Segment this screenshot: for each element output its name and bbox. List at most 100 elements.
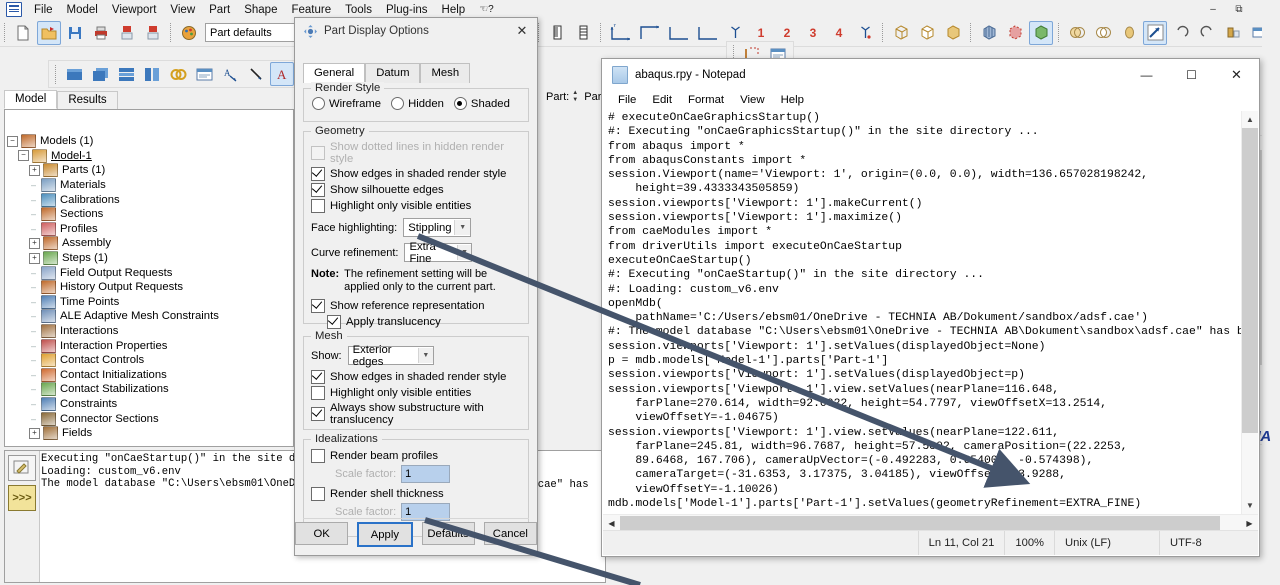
tab-mesh[interactable]: Mesh <box>420 63 470 83</box>
tab-general[interactable]: General <box>303 63 365 83</box>
close-button[interactable]: ✕ <box>1214 60 1259 90</box>
split-view-icon[interactable] <box>140 62 164 86</box>
notepad-titlebar[interactable]: abaqus.rpy - Notepad — ☐ ✕ <box>602 59 1259 90</box>
mesh-dashed-icon[interactable] <box>1003 21 1027 45</box>
csys-xy-icon[interactable]: Y <box>607 21 634 45</box>
checkbox-show-silhouette[interactable]: Show silhouette edges <box>311 183 528 197</box>
notepad-menu-edit[interactable]: Edit <box>644 93 680 107</box>
tree-node[interactable]: +Steps (1) <box>5 251 291 266</box>
shaded-render-icon[interactable] <box>941 21 965 45</box>
checkbox-mesh-highlight-visible[interactable]: Highlight only visible entities <box>311 386 528 400</box>
close-icon[interactable]: ✕ <box>507 19 537 43</box>
minimize-button[interactable]: — <box>1124 60 1169 90</box>
menu-part[interactable]: Part <box>202 3 237 17</box>
leader-line-icon[interactable] <box>244 62 268 86</box>
menu-feature[interactable]: Feature <box>284 3 338 17</box>
merge-icon[interactable] <box>166 62 190 86</box>
tree-node[interactable]: +Parts (1) <box>5 163 291 178</box>
tree-node[interactable]: –Field Output Requests <box>5 265 291 280</box>
open-file-icon[interactable] <box>37 21 61 45</box>
translucency-alt-icon[interactable] <box>1091 21 1115 45</box>
scroll-up-icon[interactable]: ▲ <box>1242 111 1258 128</box>
chevron-down-icon[interactable]: ▼ <box>457 245 472 260</box>
tab-datum[interactable]: Datum <box>365 63 420 83</box>
expand-icon[interactable]: + <box>29 238 40 249</box>
notepad-horizontal-scrollbar[interactable]: ◀ ▶ <box>603 514 1258 531</box>
expand-icon[interactable]: + <box>29 253 40 264</box>
defaults-button[interactable]: Defaults <box>422 522 475 545</box>
view-3-button[interactable]: 3 <box>801 21 825 45</box>
tree-node[interactable]: –Contact Controls <box>5 353 291 368</box>
scroll-down-icon[interactable]: ▼ <box>1242 497 1258 514</box>
expand-icon[interactable]: + <box>29 428 40 439</box>
kernel-command-line-icon[interactable]: >>> <box>8 485 36 511</box>
minimize-button[interactable]: – <box>1200 1 1226 17</box>
tree-node[interactable]: –Materials <box>5 178 291 193</box>
tab-model[interactable]: Model <box>4 90 57 109</box>
context-help-cursor-icon[interactable]: ☜? <box>472 3 501 16</box>
tree-node[interactable]: –History Output Requests <box>5 280 291 295</box>
notepad-menu-format[interactable]: Format <box>680 93 732 107</box>
model-tree[interactable]: −Models (1)−Model-1+Parts (1)–Materials–… <box>5 134 291 444</box>
radio-hidden[interactable]: Hidden <box>391 97 444 110</box>
menu-viewport[interactable]: Viewport <box>105 3 164 17</box>
copy-part-icon[interactable] <box>88 62 112 86</box>
tab-results[interactable]: Results <box>57 91 117 109</box>
face-highlighting-combo[interactable]: Stippling ▼ <box>403 218 471 237</box>
expand-icon[interactable]: + <box>29 165 40 176</box>
ok-button[interactable]: OK <box>295 522 348 545</box>
message-area-icon[interactable] <box>8 455 36 481</box>
restore-button[interactable]: ⧉ <box>1226 1 1252 17</box>
notepad-menu-file[interactable]: File <box>610 93 644 107</box>
undo-view-icon[interactable] <box>1169 21 1193 45</box>
csys-zx-icon[interactable] <box>694 21 721 45</box>
radio-shaded[interactable]: Shaded <box>454 97 510 110</box>
custom-triad-icon[interactable] <box>853 21 877 45</box>
beam-scale-factor-input[interactable]: 1 <box>401 465 450 483</box>
ruler-alt-icon[interactable] <box>571 21 595 45</box>
tree-node[interactable]: −Models (1) <box>5 134 291 149</box>
export-icon[interactable] <box>141 21 165 45</box>
collapse-icon[interactable]: − <box>7 136 18 147</box>
tree-node[interactable]: –Interaction Properties <box>5 338 291 353</box>
tree-node[interactable]: –Contact Initializations <box>5 368 291 383</box>
part-spinner[interactable]: ▲ ▼ <box>572 89 581 105</box>
checkbox-highlight-visible-geom[interactable]: Highlight only visible entities <box>311 199 528 213</box>
tree-node[interactable]: –Calibrations <box>5 192 291 207</box>
csys-xz-icon[interactable] <box>636 21 663 45</box>
menu-tools[interactable]: Tools <box>338 3 379 17</box>
checkbox-show-edges-shaded[interactable]: Show edges in shaded render style <box>311 167 528 181</box>
scroll-left-icon[interactable]: ◀ <box>603 515 620 531</box>
tree-node[interactable]: +Fields <box>5 426 291 441</box>
save-icon[interactable] <box>63 21 87 45</box>
view-4-button[interactable]: 4 <box>827 21 851 45</box>
notepad-editor[interactable]: # executeOnCaeGraphicsStartup() #: Execu… <box>603 111 1258 514</box>
scrollbar-thumb[interactable] <box>620 516 1220 531</box>
mesh-green-icon[interactable] <box>1029 21 1053 45</box>
menu-file[interactable]: File <box>27 3 60 17</box>
checkbox-show-reference-representation[interactable]: Show reference representation <box>311 299 528 313</box>
spinner-down-icon[interactable]: ▼ <box>572 97 581 104</box>
annotate-icon[interactable]: A <box>218 62 242 86</box>
abaqus-app-icon[interactable] <box>6 2 22 17</box>
redo-view-icon[interactable] <box>1195 21 1219 45</box>
radio-wireframe[interactable]: Wireframe <box>312 97 381 110</box>
tree-node[interactable]: –Connector Sections <box>5 411 291 426</box>
light-source-icon[interactable] <box>1143 21 1167 45</box>
tree-node[interactable]: –Time Points <box>5 295 291 310</box>
notepad-vertical-scrollbar[interactable]: ▲ ▼ <box>1241 111 1258 514</box>
new-file-icon[interactable] <box>11 21 35 45</box>
checkbox-render-beam-profiles[interactable]: Render beam profiles <box>311 449 528 463</box>
curve-refinement-combo[interactable]: Extra Fine ▼ <box>404 243 472 262</box>
checkbox-mesh-show-edges[interactable]: Show edges in shaded render style <box>311 370 528 384</box>
notepad-menu-help[interactable]: Help <box>773 93 812 107</box>
print-icon[interactable] <box>89 21 113 45</box>
status-zoom[interactable]: 100% <box>1004 531 1054 555</box>
menu-model[interactable]: Model <box>60 3 105 17</box>
menu-help[interactable]: Help <box>435 3 473 17</box>
dialog-titlebar[interactable]: Part Display Options ✕ <box>295 18 537 44</box>
mesh-render-icon[interactable] <box>977 21 1001 45</box>
maximize-button[interactable]: ☐ <box>1169 60 1214 90</box>
create-part-icon[interactable] <box>62 62 86 86</box>
menu-shape[interactable]: Shape <box>237 3 284 17</box>
